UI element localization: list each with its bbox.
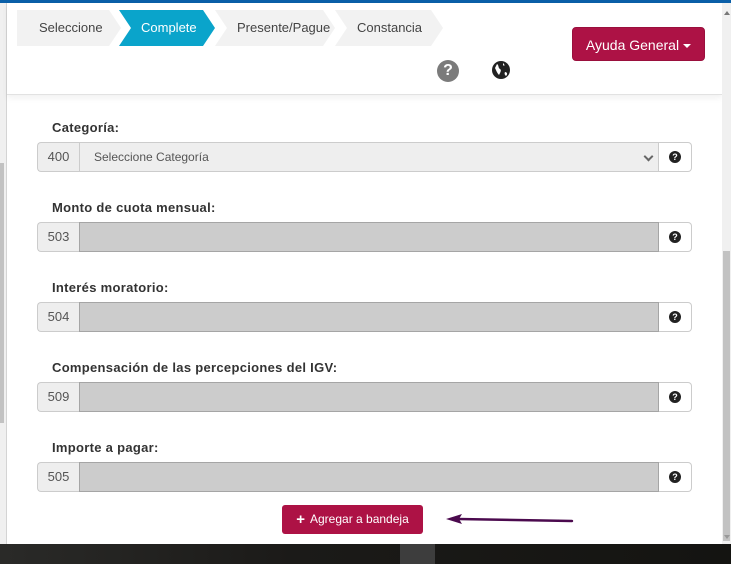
- agregar-a-bandeja-button[interactable]: + Agregar a bandeja: [282, 505, 423, 534]
- main-panel: Seleccione Complete Presente/Pague Const…: [7, 3, 722, 544]
- step-seleccione[interactable]: Seleccione: [17, 10, 121, 46]
- annotation-arrow: [446, 514, 574, 524]
- help-button[interactable]: ?: [659, 462, 692, 492]
- caret-down-icon: [683, 44, 692, 49]
- importe-pagar-input[interactable]: [79, 462, 659, 492]
- help-button[interactable]: ?: [659, 382, 692, 412]
- monto-cuota-label: Monto de cuota mensual:: [52, 200, 216, 215]
- interes-moratorio-input[interactable]: [79, 302, 659, 332]
- compensacion-igv-field: 509 ?: [37, 382, 692, 412]
- monto-cuota-input[interactable]: [79, 222, 659, 252]
- scroll-up-icon[interactable]: [724, 11, 730, 15]
- interes-moratorio-label: Interés moratorio:: [52, 280, 169, 295]
- wizard-steps: Seleccione Complete Presente/Pague Const…: [17, 10, 449, 46]
- importe-pagar-label: Importe a pagar:: [52, 440, 159, 455]
- help-button[interactable]: ?: [659, 302, 692, 332]
- categoria-select[interactable]: Seleccione Categoría: [79, 142, 659, 172]
- right-scrollbar-thumb[interactable]: [723, 251, 730, 541]
- question-circle-icon: ?: [669, 391, 681, 403]
- ayuda-general-label: Ayuda General: [585, 37, 680, 53]
- step-constancia[interactable]: Constancia: [335, 10, 443, 46]
- question-circle-icon: ?: [669, 471, 681, 483]
- compensacion-igv-label: Compensación de las percepciones del IGV…: [52, 360, 338, 375]
- left-scrollbar-thumb[interactable]: [0, 163, 4, 423]
- casilla-code: 400: [37, 142, 79, 172]
- categoria-field: 400 Seleccione Categoría ?: [37, 142, 692, 172]
- step-complete[interactable]: Complete: [119, 10, 215, 46]
- categoria-label: Categoría:: [52, 120, 120, 135]
- question-circle-icon: ?: [669, 311, 681, 323]
- header: Seleccione Complete Presente/Pague Const…: [7, 3, 722, 95]
- interes-moratorio-field: 504 ?: [37, 302, 692, 332]
- taskbar-item[interactable]: [400, 544, 435, 564]
- question-circle-icon: ?: [669, 231, 681, 243]
- agregar-label: Agregar a bandeja: [310, 512, 409, 526]
- taskbar: [0, 544, 731, 564]
- chevron-down-icon: [643, 151, 654, 162]
- question-circle-icon[interactable]: ?: [437, 60, 459, 82]
- casilla-code: 509: [37, 382, 79, 412]
- ayuda-general-button[interactable]: Ayuda General: [572, 27, 705, 61]
- globe-icon[interactable]: [491, 60, 511, 80]
- casilla-code: 504: [37, 302, 79, 332]
- help-button[interactable]: ?: [659, 222, 692, 252]
- scroll-down-icon[interactable]: [724, 535, 730, 539]
- importe-pagar-field: 505 ?: [37, 462, 692, 492]
- compensacion-igv-input[interactable]: [79, 382, 659, 412]
- casilla-code: 503: [37, 222, 79, 252]
- casilla-code: 505: [37, 462, 79, 492]
- categoria-select-value: Seleccione Categoría: [94, 150, 209, 164]
- right-scrollbar[interactable]: [722, 3, 731, 544]
- help-button[interactable]: ?: [659, 142, 692, 172]
- question-circle-icon: ?: [669, 151, 681, 163]
- step-presente-pague[interactable]: Presente/Pague: [215, 10, 335, 46]
- plus-icon: +: [296, 511, 305, 528]
- monto-cuota-field: 503 ?: [37, 222, 692, 252]
